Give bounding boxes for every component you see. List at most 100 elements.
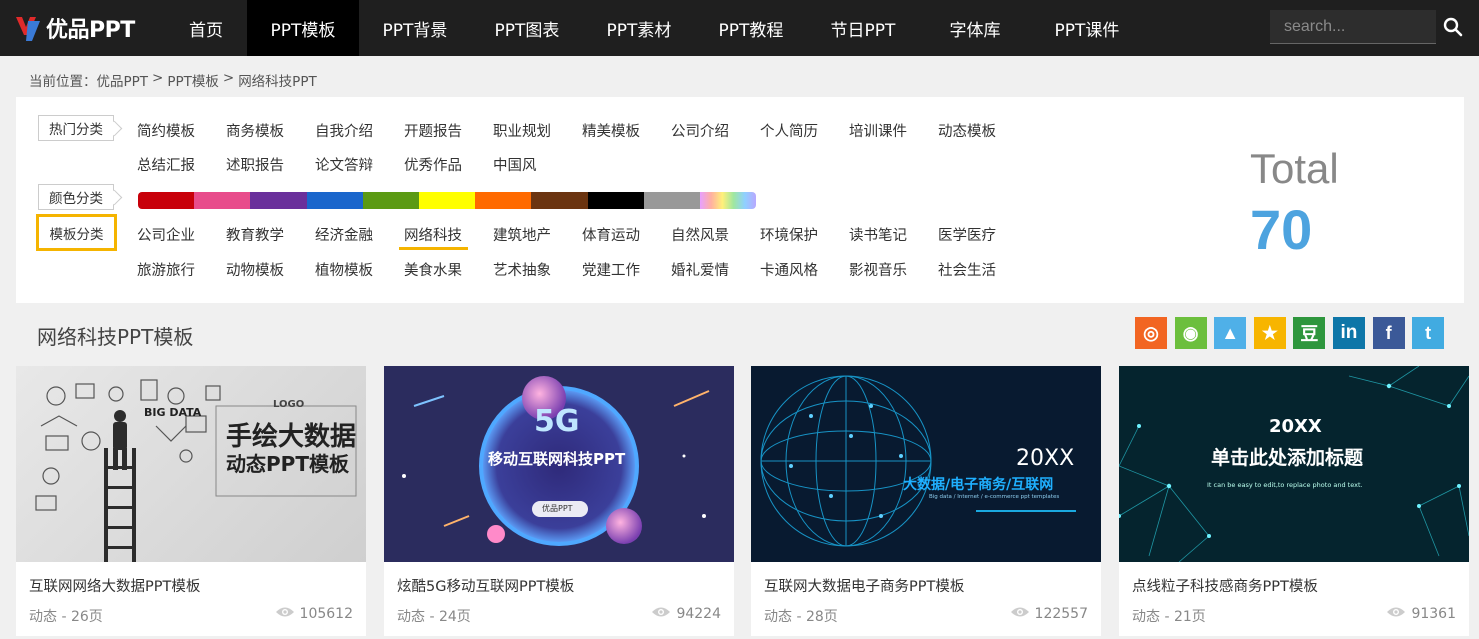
linkedin-share-icon[interactable]: in <box>1332 317 1365 349</box>
douban-share-icon[interactable]: 豆 <box>1293 317 1326 349</box>
category-label: 影视音乐 <box>849 263 907 279</box>
filter-panel: 热门分类 简约模板 商务模板 自我介绍 开题报告 职业规划 精美模板 公司介绍 个人简历 培训课… <box>16 97 1464 303</box>
category-label: 教育教学 <box>226 228 284 244</box>
category-link[interactable]: 网络科技 <box>399 224 493 250</box>
category-link[interactable]: 婚礼爱情 <box>671 259 760 280</box>
category-link[interactable]: 植物模板 <box>315 259 404 280</box>
color-swatch[interactable] <box>475 192 532 209</box>
category-label: 卡通风格 <box>760 263 818 279</box>
qq-share-icon[interactable]: ▲ <box>1214 317 1247 349</box>
category-link[interactable]: 体育运动 <box>582 224 671 245</box>
card-thumbnail[interactable]: BIG DATA LOGO 手绘大数据 动态PPT模板 <box>16 366 366 562</box>
category-link[interactable]: 教育教学 <box>226 224 315 245</box>
color-swatch[interactable] <box>194 192 251 209</box>
template-card[interactable]: BIG DATA LOGO 手绘大数据 动态PPT模板 互联网网络大数据PPT模… <box>16 366 366 636</box>
search-box <box>1270 10 1436 44</box>
search-input[interactable] <box>1270 10 1436 43</box>
category-label: 述职报告 <box>226 158 284 174</box>
card-title[interactable]: 点线粒子科技感商务PPT模板 <box>1132 575 1318 596</box>
category-link[interactable]: 党建工作 <box>582 259 671 280</box>
category-link[interactable]: 职业规划 <box>493 120 582 141</box>
category-link[interactable]: 社会生活 <box>938 259 1027 280</box>
category-link[interactable]: 建筑地产 <box>493 224 582 245</box>
breadcrumb-link-ppt-templates[interactable]: PPT模板 <box>167 70 219 90</box>
breadcrumb-current[interactable]: 网络科技PPT <box>238 70 317 90</box>
category-link[interactable]: 影视音乐 <box>849 259 938 280</box>
category-link[interactable]: 精美模板 <box>582 120 671 141</box>
template-card[interactable]: 5G 移动互联网科技PPT 优品PPT 炫酷5G移动互联网PPT模板 动态 - … <box>384 366 734 636</box>
category-link[interactable]: 艺术抽象 <box>493 259 582 280</box>
category-link[interactable]: 中国风 <box>493 154 582 175</box>
category-link[interactable]: 述职报告 <box>226 154 315 175</box>
category-link[interactable]: 自然风景 <box>671 224 760 245</box>
category-link[interactable]: 旅游旅行 <box>137 259 226 280</box>
category-link[interactable]: 动物模板 <box>226 259 315 280</box>
template-card[interactable]: 20XX 单击此处添加标题 It can be easy to edit,to … <box>1119 366 1469 636</box>
site-logo[interactable]: 优品PPT <box>14 10 135 46</box>
category-link[interactable]: 论文答辩 <box>315 154 404 175</box>
category-link[interactable]: 环境保护 <box>760 224 849 245</box>
card-title[interactable]: 互联网网络大数据PPT模板 <box>29 575 200 596</box>
card-thumbnail[interactable]: 5G 移动互联网科技PPT 优品PPT <box>384 366 734 562</box>
nav-item[interactable]: PPT模板 <box>247 0 359 56</box>
card-views: 122557 <box>1010 606 1088 622</box>
color-swatch[interactable] <box>418 192 476 209</box>
category-link[interactable]: 医学医疗 <box>938 224 1027 245</box>
color-swatch[interactable] <box>643 192 700 209</box>
twitter-share-icon[interactable]: t <box>1412 317 1445 349</box>
category-link[interactable]: 优秀作品 <box>404 154 493 175</box>
section-title: 网络科技PPT模板 <box>37 325 194 349</box>
category-link[interactable]: 读书笔记 <box>849 224 938 245</box>
color-swatch[interactable] <box>531 192 588 209</box>
wechat-share-icon[interactable]: ◉ <box>1174 317 1207 349</box>
category-label: 体育运动 <box>582 228 640 244</box>
category-link[interactable]: 培训课件 <box>849 120 938 141</box>
category-link[interactable]: 动态模板 <box>938 120 1027 141</box>
search-icon[interactable] <box>1443 17 1463 37</box>
nav-item[interactable]: PPT课件 <box>1031 0 1143 56</box>
hot-category-label: 热门分类 <box>38 115 114 141</box>
nav-item[interactable]: PPT教程 <box>695 0 807 56</box>
category-link[interactable]: 卡通风格 <box>760 259 849 280</box>
color-swatch[interactable] <box>306 192 363 209</box>
category-link[interactable]: 开题报告 <box>404 120 493 141</box>
card-meta: 动态 - 24页 <box>397 609 471 625</box>
color-swatch[interactable] <box>250 192 307 209</box>
category-link[interactable]: 自我介绍 <box>315 120 404 141</box>
thumb-button: 优品PPT <box>542 504 573 513</box>
color-swatch[interactable] <box>362 192 419 209</box>
category-link[interactable]: 经济金融 <box>315 224 404 245</box>
facebook-share-icon[interactable]: f <box>1372 317 1405 349</box>
card-thumbnail[interactable]: 20XX 单击此处添加标题 It can be easy to edit,to … <box>1119 366 1469 562</box>
nav-item[interactable]: 首页 <box>165 0 247 56</box>
nav-item[interactable]: PPT素材 <box>583 0 695 56</box>
category-label: 论文答辩 <box>315 158 373 174</box>
color-swatch[interactable] <box>699 192 756 209</box>
thumb-headline: 大数据/电子商务/互联网 <box>903 477 1054 493</box>
category-label: 商务模板 <box>226 124 284 140</box>
category-link[interactable]: 总结汇报 <box>137 154 226 175</box>
hot-category-row: 总结汇报 述职报告 论文答辩 优秀作品 中国风 <box>137 154 582 175</box>
thumb-tag: BIG DATA <box>144 406 202 419</box>
category-link[interactable]: 公司介绍 <box>671 120 760 141</box>
category-link[interactable]: 商务模板 <box>226 120 315 141</box>
qzone-share-icon[interactable]: ★ <box>1253 317 1286 349</box>
category-link[interactable]: 个人简历 <box>760 120 849 141</box>
weibo-share-icon[interactable]: ◎ <box>1135 317 1167 349</box>
breadcrumb: 当前位置： 优品PPT > PPT模板 > 网络科技PPT <box>29 70 317 90</box>
nav-item[interactable]: 节日PPT <box>807 0 919 56</box>
nav-item[interactable]: PPT背景 <box>359 0 471 56</box>
category-link[interactable]: 美食水果 <box>404 259 493 280</box>
nav-item[interactable]: PPT图表 <box>471 0 583 56</box>
card-title[interactable]: 互联网大数据电子商务PPT模板 <box>764 575 964 596</box>
card-thumbnail[interactable]: 20XX 大数据/电子商务/互联网 Big data / Internet / … <box>751 366 1101 562</box>
category-link[interactable]: 简约模板 <box>137 120 226 141</box>
breadcrumb-link-home[interactable]: 优品PPT <box>97 70 149 90</box>
template-category-label[interactable]: 模板分类 <box>36 214 117 251</box>
category-link[interactable]: 公司企业 <box>137 224 226 245</box>
color-swatch[interactable] <box>587 192 644 209</box>
template-card[interactable]: 20XX 大数据/电子商务/互联网 Big data / Internet / … <box>751 366 1101 636</box>
color-swatch[interactable] <box>138 192 195 209</box>
card-title[interactable]: 炫酷5G移动互联网PPT模板 <box>397 575 574 596</box>
nav-item[interactable]: 字体库 <box>919 0 1031 56</box>
